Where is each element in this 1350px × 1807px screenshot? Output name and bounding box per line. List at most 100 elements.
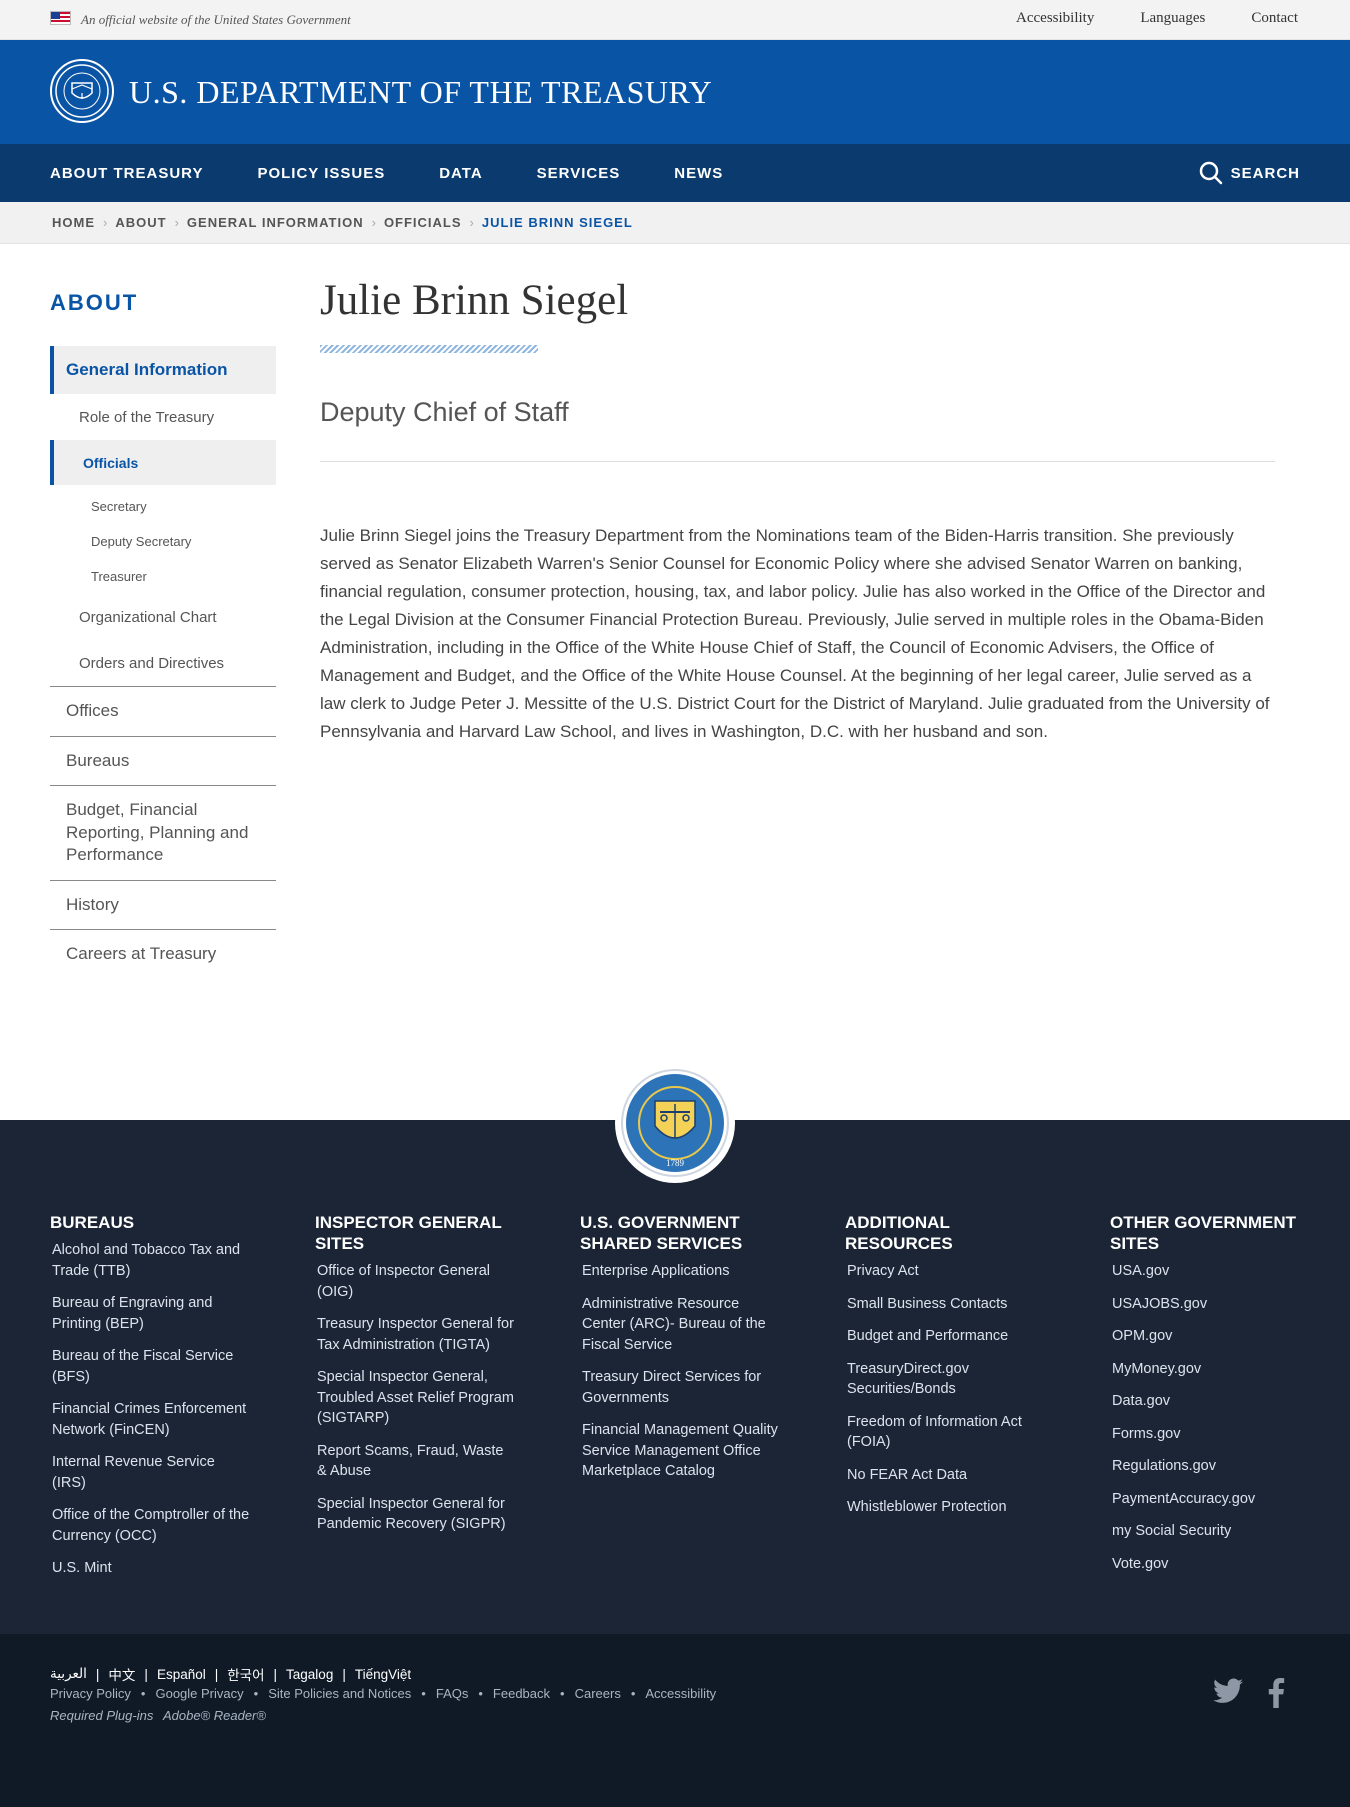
separator: • — [560, 1686, 565, 1701]
footer-link[interactable]: Alcohol and Tobacco Tax and Trade (TTB) — [50, 1240, 250, 1281]
footer-link[interactable]: USA.gov — [1110, 1261, 1310, 1282]
title-underline — [320, 345, 538, 353]
footer-link[interactable]: No FEAR Act Data — [845, 1465, 1045, 1486]
footer-link[interactable]: Treasury Inspector General for Tax Admin… — [315, 1314, 515, 1355]
language-link[interactable]: Español — [157, 1667, 206, 1682]
footer-link[interactable]: Vote.gov — [1110, 1554, 1310, 1575]
footer-link[interactable]: Bureau of Engraving and Printing (BEP) — [50, 1293, 250, 1334]
footer-link[interactable]: PaymentAccuracy.gov — [1110, 1489, 1310, 1510]
legal-link[interactable]: Site Policies and Notices — [268, 1686, 411, 1701]
legal-link[interactable]: Careers — [575, 1686, 621, 1701]
adobe-reader-link[interactable]: Adobe® Reader® — [163, 1708, 266, 1723]
sidebar-item-organizational-chart[interactable]: Organizational Chart — [50, 594, 276, 640]
footer-link[interactable]: Special Inspector General for Pandemic R… — [315, 1494, 515, 1535]
footer-link[interactable]: my Social Security — [1110, 1521, 1310, 1542]
accessibility-link[interactable]: Accessibility — [1016, 10, 1094, 27]
footer-link[interactable]: Financial Crimes Enforcement Network (Fi… — [50, 1399, 250, 1440]
site-title[interactable]: U.S. DEPARTMENT OF THE TREASURY — [129, 74, 712, 111]
plugins-row: Required Plug-ins Adobe® Reader® — [50, 1708, 266, 1723]
language-link[interactable]: العربية — [50, 1666, 87, 1682]
breadcrumb-general-information[interactable]: GENERAL INFORMATION — [187, 215, 364, 230]
footer-heading: BUREAUS — [50, 1213, 135, 1232]
sidebar-item-general-information[interactable]: General Information — [50, 346, 276, 394]
sidebar-item-role-of-treasury[interactable]: Role of the Treasury — [50, 394, 276, 440]
separator: • — [140, 1686, 146, 1701]
language-link[interactable]: Tagalog — [286, 1667, 333, 1682]
legal-link[interactable]: FAQs — [436, 1686, 469, 1701]
legal-link[interactable]: Google Privacy — [155, 1686, 243, 1701]
footer-heading: ADDITIONAL RESOURCES — [845, 1213, 953, 1253]
divider — [320, 461, 1275, 462]
sidebar-item-deputy-secretary[interactable]: Deputy Secretary — [50, 524, 276, 559]
sidebar-item-budget[interactable]: Budget, Financial Reporting, Planning an… — [50, 785, 276, 880]
sidebar-item-treasurer[interactable]: Treasurer — [50, 559, 276, 594]
footer-link[interactable]: U.S. Mint — [50, 1558, 250, 1579]
footer-column-inspector-general: INSPECTOR GENERAL SITES Office of Inspect… — [315, 1212, 515, 1547]
treasury-seal-icon[interactable] — [50, 59, 114, 123]
sidebar-item-bureaus[interactable]: Bureaus — [50, 736, 276, 785]
footer-link[interactable]: Enterprise Applications — [580, 1261, 780, 1282]
main-nav: ABOUT TREASURY POLICY ISSUES DATA SERVIC… — [0, 144, 1350, 202]
footer-link[interactable]: Whistleblower Protection — [845, 1497, 1045, 1518]
footer-link[interactable]: Forms.gov — [1110, 1424, 1310, 1445]
breadcrumb-current: JULIE BRINN SIEGEL — [481, 215, 633, 230]
sidebar-item-careers[interactable]: Careers at Treasury — [50, 929, 276, 979]
footer-link[interactable]: Budget and Performance — [845, 1326, 1045, 1347]
breadcrumb-home[interactable]: HOME — [52, 215, 95, 230]
languages-link[interactable]: Languages — [1140, 10, 1205, 27]
footer-link[interactable]: OPM.gov — [1110, 1326, 1310, 1347]
separator: | — [144, 1666, 148, 1682]
main-content: Julie Brinn Siegel Deputy Chief of Staff… — [320, 276, 1275, 746]
search-button[interactable]: SEARCH — [1199, 161, 1300, 185]
footer-link[interactable]: Administrative Resource Center (ARC)- Bu… — [580, 1294, 780, 1356]
footer-link[interactable]: Office of Inspector General (OIG) — [315, 1261, 515, 1302]
footer-link[interactable]: Treasury Direct Services for Governments — [580, 1367, 780, 1408]
separator: • — [421, 1686, 426, 1701]
footer-link[interactable]: Special Inspector General, Troubled Asse… — [315, 1367, 515, 1429]
footer-link[interactable]: Freedom of Information Act (FOIA) — [845, 1412, 1045, 1453]
footer-link[interactable]: Internal Revenue Service (IRS) — [50, 1452, 250, 1493]
us-flag-icon — [50, 11, 71, 25]
breadcrumb-about[interactable]: ABOUT — [115, 215, 166, 230]
chevron-right-icon: › — [469, 215, 474, 230]
language-link[interactable]: 한국어 — [227, 1664, 264, 1684]
facebook-icon[interactable] — [1266, 1678, 1286, 1708]
footer-link[interactable]: Bureau of the Fiscal Service (BFS) — [50, 1346, 250, 1387]
chevron-right-icon: › — [174, 215, 179, 230]
sidebar-item-secretary[interactable]: Secretary — [50, 489, 276, 524]
nav-news[interactable]: NEWS — [674, 165, 723, 182]
footer-link[interactable]: Financial Management Quality Service Man… — [580, 1420, 780, 1482]
sidebar-item-officials[interactable]: Officials — [50, 440, 276, 485]
footer-link[interactable]: Privacy Act — [845, 1261, 1045, 1282]
legal-link[interactable]: Feedback — [493, 1686, 550, 1701]
contact-link[interactable]: Contact — [1251, 10, 1298, 27]
footer-link[interactable]: Report Scams, Fraud, Waste & Abuse — [315, 1441, 515, 1482]
separator: • — [478, 1686, 483, 1701]
sidebar-item-offices[interactable]: Offices — [50, 686, 276, 736]
footer-link[interactable]: MyMoney.gov — [1110, 1359, 1310, 1380]
separator: • — [630, 1686, 636, 1701]
breadcrumb-officials[interactable]: OFFICIALS — [384, 215, 462, 230]
footer-link[interactable]: USAJOBS.gov — [1110, 1294, 1310, 1315]
footer-link[interactable]: Regulations.gov — [1110, 1456, 1310, 1477]
legal-link[interactable]: Accessibility — [645, 1686, 716, 1701]
nav-about-treasury[interactable]: ABOUT TREASURY — [50, 165, 203, 182]
twitter-icon[interactable] — [1213, 1678, 1243, 1704]
separator: | — [214, 1666, 219, 1682]
legal-link[interactable]: Privacy Policy — [50, 1686, 131, 1701]
plugins-label: Required Plug-ins — [50, 1708, 154, 1723]
footer-column-other-government-sites: OTHER GOVERNMENT SITES USA.gov USAJOBS.gov… — [1110, 1212, 1310, 1586]
legal-links: Privacy Policy • Google Privacy • Site Polic… — [50, 1686, 716, 1701]
language-link[interactable]: 中文 — [108, 1664, 135, 1684]
footer-link[interactable]: Data.gov — [1110, 1391, 1310, 1412]
nav-services[interactable]: SERVICES — [537, 165, 621, 182]
bio-text: Julie Brinn Siegel joins the Treasury De… — [320, 526, 1270, 741]
footer-link[interactable]: Small Business Contacts — [845, 1294, 1045, 1315]
sidebar-item-history[interactable]: History — [50, 880, 276, 929]
sidebar-item-orders-directives[interactable]: Orders and Directives — [50, 640, 276, 686]
nav-data[interactable]: DATA — [439, 165, 482, 182]
footer-link[interactable]: Office of the Comptroller of the Currenc… — [50, 1505, 250, 1546]
footer-link[interactable]: TreasuryDirect.gov Securities/Bonds — [845, 1359, 1045, 1400]
language-link[interactable]: TiếngViệt — [355, 1667, 411, 1682]
nav-policy-issues[interactable]: POLICY ISSUES — [257, 165, 385, 182]
